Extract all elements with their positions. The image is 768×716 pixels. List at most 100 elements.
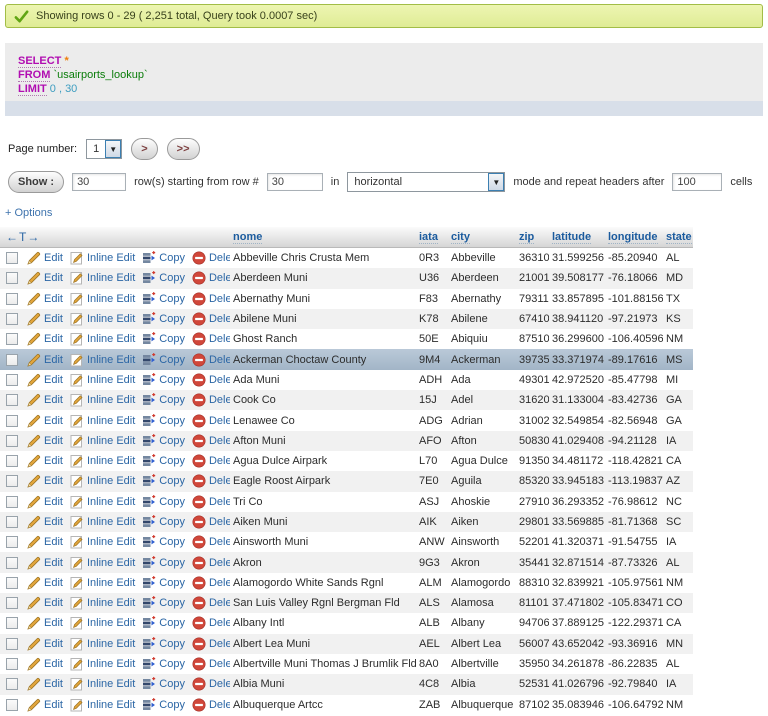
row-checkbox[interactable]	[6, 536, 18, 548]
row-checkbox[interactable]	[6, 252, 18, 264]
row-checkbox[interactable]	[6, 638, 18, 650]
delete-link[interactable]: Delete	[209, 658, 230, 670]
row-checkbox[interactable]	[6, 333, 18, 345]
copy-icon[interactable]	[142, 677, 156, 691]
copy-link[interactable]: Copy	[159, 638, 185, 650]
edit-link[interactable]: Edit	[44, 394, 63, 406]
delete-link[interactable]: Delete	[209, 435, 230, 447]
edit-link[interactable]: Edit	[44, 658, 63, 670]
column-header-latitude[interactable]: latitude	[549, 231, 605, 243]
inline-edit-icon[interactable]	[70, 271, 84, 285]
row-checkbox[interactable]	[6, 394, 18, 406]
copy-link[interactable]: Copy	[159, 617, 185, 629]
edit-pencil-icon[interactable]	[27, 698, 41, 712]
copy-icon[interactable]	[142, 576, 156, 590]
inline-edit-link[interactable]: Inline Edit	[87, 597, 135, 609]
row-checkbox[interactable]	[6, 293, 18, 305]
delete-link[interactable]: Delete	[209, 394, 230, 406]
inline-edit-icon[interactable]	[70, 495, 84, 509]
inline-edit-icon[interactable]	[70, 251, 84, 265]
edit-link[interactable]: Edit	[44, 415, 63, 427]
edit-link[interactable]: Edit	[44, 293, 63, 305]
column-header-city[interactable]: city	[448, 231, 516, 243]
copy-link[interactable]: Copy	[159, 536, 185, 548]
inline-edit-link[interactable]: Inline Edit	[87, 435, 135, 447]
edit-pencil-icon[interactable]	[27, 637, 41, 651]
copy-link[interactable]: Copy	[159, 252, 185, 264]
delete-icon[interactable]	[192, 414, 206, 428]
delete-icon[interactable]	[192, 657, 206, 671]
row-checkbox[interactable]	[6, 699, 18, 711]
row-checkbox[interactable]	[6, 313, 18, 325]
copy-icon[interactable]	[142, 393, 156, 407]
delete-link[interactable]: Delete	[209, 536, 230, 548]
delete-icon[interactable]	[192, 393, 206, 407]
delete-icon[interactable]	[192, 515, 206, 529]
delete-link[interactable]: Delete	[209, 333, 230, 345]
edit-pencil-icon[interactable]	[27, 616, 41, 630]
edit-link[interactable]: Edit	[44, 577, 63, 589]
delete-icon[interactable]	[192, 576, 206, 590]
edit-pencil-icon[interactable]	[27, 677, 41, 691]
delete-link[interactable]: Delete	[209, 313, 230, 325]
delete-link[interactable]: Delete	[209, 617, 230, 629]
delete-icon[interactable]	[192, 637, 206, 651]
inline-edit-icon[interactable]	[70, 596, 84, 610]
copy-link[interactable]: Copy	[159, 455, 185, 467]
delete-icon[interactable]	[192, 474, 206, 488]
copy-icon[interactable]	[142, 292, 156, 306]
inline-edit-link[interactable]: Inline Edit	[87, 496, 135, 508]
copy-link[interactable]: Copy	[159, 678, 185, 690]
edit-link[interactable]: Edit	[44, 597, 63, 609]
inline-edit-icon[interactable]	[70, 698, 84, 712]
delete-link[interactable]: Delete	[209, 699, 230, 711]
start-row-input[interactable]	[267, 173, 323, 191]
inline-edit-icon[interactable]	[70, 677, 84, 691]
page-number-select[interactable]: 1 ▼	[86, 139, 122, 159]
edit-link[interactable]: Edit	[44, 455, 63, 467]
delete-link[interactable]: Delete	[209, 475, 230, 487]
delete-icon[interactable]	[192, 312, 206, 326]
delete-icon[interactable]	[192, 698, 206, 712]
inline-edit-link[interactable]: Inline Edit	[87, 658, 135, 670]
inline-edit-link[interactable]: Inline Edit	[87, 678, 135, 690]
inline-edit-link[interactable]: Inline Edit	[87, 252, 135, 264]
mode-select[interactable]: horizontal ▼	[347, 172, 505, 192]
delete-icon[interactable]	[192, 454, 206, 468]
edit-pencil-icon[interactable]	[27, 576, 41, 590]
delete-link[interactable]: Delete	[209, 272, 230, 284]
copy-icon[interactable]	[142, 535, 156, 549]
options-toggle-link[interactable]: + Options	[5, 207, 768, 221]
inline-edit-link[interactable]: Inline Edit	[87, 272, 135, 284]
delete-icon[interactable]	[192, 495, 206, 509]
inline-edit-link[interactable]: Inline Edit	[87, 577, 135, 589]
copy-link[interactable]: Copy	[159, 577, 185, 589]
copy-icon[interactable]	[142, 434, 156, 448]
edit-link[interactable]: Edit	[44, 333, 63, 345]
column-header-zip[interactable]: zip	[516, 231, 549, 243]
delete-link[interactable]: Delete	[209, 496, 230, 508]
delete-link[interactable]: Delete	[209, 293, 230, 305]
copy-icon[interactable]	[142, 454, 156, 468]
copy-link[interactable]: Copy	[159, 374, 185, 386]
inline-edit-link[interactable]: Inline Edit	[87, 394, 135, 406]
edit-pencil-icon[interactable]	[27, 434, 41, 448]
delete-link[interactable]: Delete	[209, 415, 230, 427]
last-page-button[interactable]: >>	[167, 138, 200, 160]
edit-link[interactable]: Edit	[44, 313, 63, 325]
row-checkbox[interactable]	[6, 516, 18, 528]
copy-link[interactable]: Copy	[159, 415, 185, 427]
copy-icon[interactable]	[142, 495, 156, 509]
inline-edit-link[interactable]: Inline Edit	[87, 557, 135, 569]
copy-icon[interactable]	[142, 637, 156, 651]
inline-edit-link[interactable]: Inline Edit	[87, 333, 135, 345]
column-header-iata[interactable]: iata	[416, 231, 448, 243]
copy-link[interactable]: Copy	[159, 394, 185, 406]
copy-icon[interactable]	[142, 353, 156, 367]
inline-edit-link[interactable]: Inline Edit	[87, 516, 135, 528]
row-checkbox[interactable]	[6, 678, 18, 690]
edit-pencil-icon[interactable]	[27, 495, 41, 509]
copy-link[interactable]: Copy	[159, 435, 185, 447]
column-arrows-header[interactable]: ←T→	[0, 230, 230, 244]
row-checkbox[interactable]	[6, 374, 18, 386]
